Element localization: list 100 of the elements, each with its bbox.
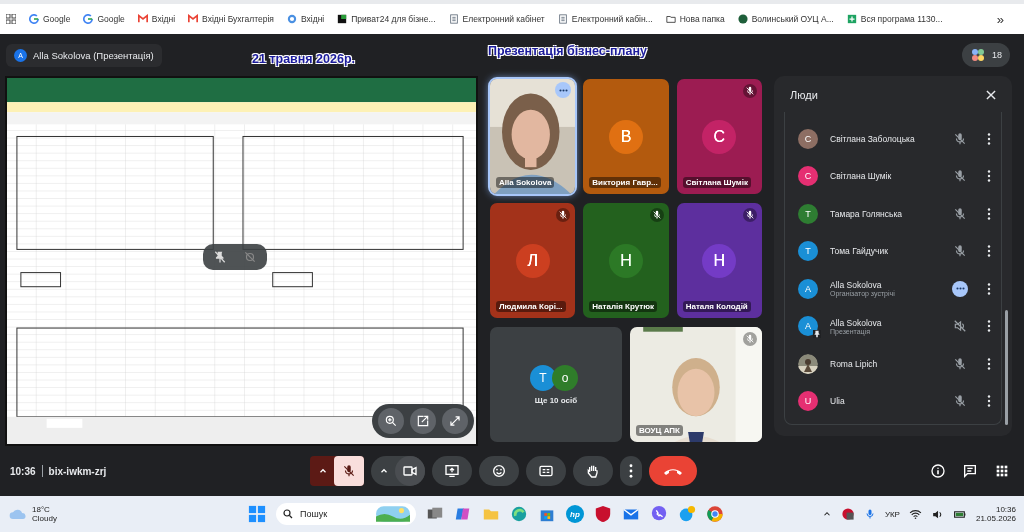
microphone-icon[interactable] bbox=[863, 508, 876, 520]
people-icon bbox=[970, 47, 986, 63]
microphone-button[interactable] bbox=[334, 456, 364, 486]
participant-name: Наталія Крутюк bbox=[589, 301, 658, 312]
camera-button[interactable] bbox=[395, 456, 425, 486]
bookmark[interactable]: Вхідні bbox=[137, 14, 176, 24]
participant-name: Світлана Шумік bbox=[682, 177, 751, 188]
info-icon[interactable] bbox=[930, 463, 946, 479]
apps-grid-icon[interactable] bbox=[994, 463, 1010, 479]
google-g-icon bbox=[29, 14, 39, 24]
raise-hand-button[interactable] bbox=[573, 456, 613, 486]
more-options-icon[interactable] bbox=[987, 207, 991, 220]
external-window-icon bbox=[416, 414, 430, 428]
language-indicator[interactable]: УКР bbox=[884, 509, 900, 519]
avatar: В bbox=[609, 119, 643, 154]
bookmark[interactable]: Вхідні bbox=[286, 14, 325, 24]
bookmark[interactable]: Вхідні Бухгалтерія bbox=[188, 14, 274, 24]
phone-bubble-icon[interactable] bbox=[650, 505, 668, 523]
close-icon[interactable] bbox=[984, 88, 998, 102]
folder-icon bbox=[665, 14, 676, 24]
present-screen-icon bbox=[444, 463, 460, 479]
avatar: Н bbox=[609, 243, 643, 278]
more-options-icon[interactable] bbox=[987, 395, 991, 408]
bookmark[interactable]: Електронний кабінет bbox=[448, 14, 545, 24]
plus-sheet-icon bbox=[846, 14, 857, 24]
zoom-in-icon bbox=[384, 414, 398, 428]
avatar: Л bbox=[515, 243, 550, 278]
shield-icon[interactable] bbox=[594, 505, 612, 523]
more-options-icon[interactable] bbox=[987, 170, 991, 183]
participant-name: Alla Sokolova bbox=[496, 177, 555, 188]
avatar: Т bbox=[530, 364, 556, 391]
more-options-icon[interactable] bbox=[987, 132, 991, 145]
search-icon bbox=[282, 508, 294, 520]
camera-control[interactable] bbox=[371, 456, 425, 486]
wifi-icon[interactable] bbox=[908, 507, 922, 521]
avatar: Т bbox=[798, 203, 818, 224]
participant-name: Наталя Колодій bbox=[682, 301, 751, 312]
more-options-button[interactable] bbox=[620, 456, 642, 486]
meeting-code: bix-iwkm-zrj bbox=[48, 465, 107, 477]
more-options-icon[interactable] bbox=[987, 282, 991, 295]
antivirus-icon[interactable] bbox=[840, 507, 855, 521]
bookmark[interactable]: Електронний кабін... bbox=[557, 14, 653, 24]
captions-icon bbox=[538, 463, 554, 479]
bookmark[interactable]: Нова папка bbox=[665, 14, 725, 24]
participant-name: ВОУЦ АПК bbox=[636, 425, 683, 436]
smiley-icon bbox=[491, 463, 507, 479]
more-options-icon[interactable] bbox=[987, 320, 991, 333]
more-options-icon[interactable] bbox=[987, 357, 991, 370]
search-field[interactable]: Пошук bbox=[276, 503, 416, 525]
more-options-icon bbox=[629, 464, 633, 478]
swirl-icon[interactable] bbox=[510, 505, 528, 523]
windows-start-icon[interactable] bbox=[248, 505, 266, 523]
meeting-time: 10:36 bbox=[10, 465, 36, 477]
temperature: 18°C bbox=[32, 505, 51, 514]
popout-button[interactable] bbox=[410, 408, 436, 434]
avatar: С bbox=[798, 128, 818, 149]
participants-button[interactable]: 18 bbox=[962, 43, 1010, 67]
bookmark[interactable]: Волинський ОУЦ А... bbox=[737, 14, 834, 24]
participant-name: Виктория Гавр... bbox=[589, 177, 661, 188]
avatar: С bbox=[798, 166, 818, 187]
cloud-icon bbox=[8, 507, 28, 521]
participant-name: Тома Гайдучик bbox=[830, 246, 889, 257]
reactions-button[interactable] bbox=[479, 456, 519, 486]
presenter-name: Alla Sokolova (Презентація) bbox=[33, 49, 154, 61]
scrollbar[interactable] bbox=[1005, 310, 1008, 425]
round-badge-icon bbox=[737, 14, 748, 24]
participant-name: Alla Sokolova bbox=[830, 317, 883, 328]
microphone-control[interactable] bbox=[310, 456, 364, 486]
bookmark[interactable]: Приват24 для бізне... bbox=[337, 14, 436, 24]
bubble-icon bbox=[286, 14, 297, 24]
more-people-label: Ще 10 осіб bbox=[534, 395, 578, 405]
participant-name: Тамара Голянська bbox=[830, 208, 904, 219]
more-bookmarks-button[interactable]: » bbox=[996, 11, 1004, 27]
fullscreen-button[interactable] bbox=[442, 408, 468, 434]
avatar: U bbox=[798, 391, 818, 412]
bookmark[interactable]: Google bbox=[29, 14, 71, 24]
title-caption: Презентація бізнес-плану bbox=[488, 44, 647, 58]
bookmark[interactable]: Google bbox=[83, 14, 125, 24]
avatar: Н bbox=[702, 243, 737, 278]
weather-text: Cloudy bbox=[32, 514, 57, 523]
participant-name: Світлана Заболоцька bbox=[830, 133, 916, 144]
muted-mic-icon bbox=[953, 394, 967, 409]
chat-icon[interactable] bbox=[962, 463, 978, 479]
muted-audio-icon bbox=[953, 319, 967, 334]
muted-mic-icon bbox=[953, 244, 967, 259]
date-caption: 21 травня 2026р. bbox=[252, 52, 355, 66]
more-dots-icon bbox=[955, 287, 965, 291]
participant-name: Roma Lipich bbox=[830, 358, 879, 369]
unpin-icon[interactable] bbox=[213, 250, 227, 264]
leave-call-button[interactable] bbox=[649, 456, 697, 486]
more-options-icon[interactable] bbox=[987, 245, 991, 258]
browser-icon[interactable] bbox=[706, 505, 724, 523]
bookmark[interactable]: Вся програма 1130... bbox=[846, 14, 943, 24]
participant-name: Ulia bbox=[830, 396, 846, 407]
captions-button[interactable] bbox=[526, 456, 566, 486]
clock-time: 10:36 bbox=[995, 505, 1016, 514]
m-mail-icon bbox=[188, 14, 199, 24]
zoom-button[interactable] bbox=[378, 408, 404, 434]
present-button[interactable] bbox=[432, 456, 472, 486]
avatar: A bbox=[798, 278, 818, 299]
